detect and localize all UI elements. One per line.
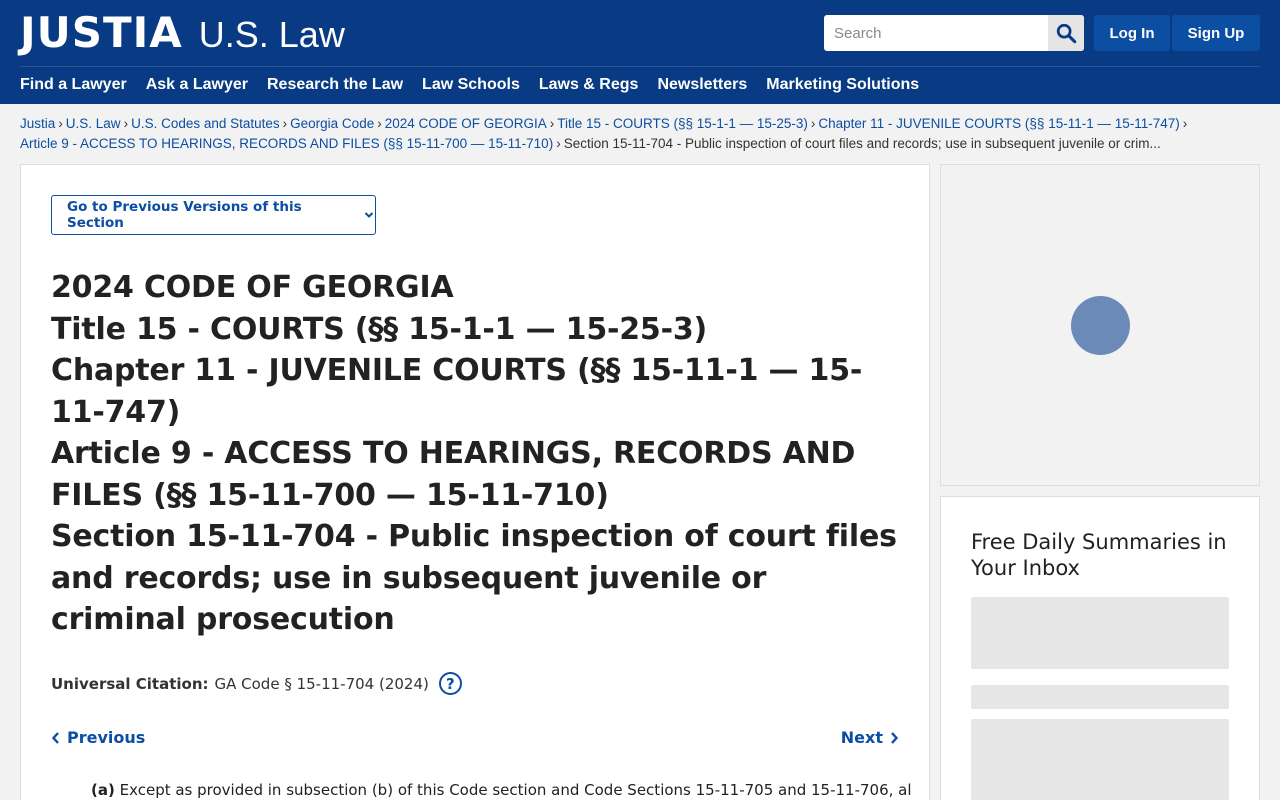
site-header: JUSTIA U.S. Law Log In Sign Up Find a La… <box>0 0 1280 104</box>
breadcrumb: Justia › U.S. Law › U.S. Codes and Statutes ›… <box>20 114 1265 154</box>
breadcrumb-link[interactable]: Title 15 - COURTS (§§ 15-1-1 — 15-25-3) <box>557 116 808 131</box>
login-button[interactable]: Log In <box>1094 15 1170 51</box>
justia-logo[interactable]: JUSTIA U.S. Law <box>20 10 345 58</box>
signup-button[interactable]: Sign Up <box>1172 15 1260 51</box>
newsletter-widget: Free Daily Summaries in Your Inbox <box>940 496 1260 800</box>
title-section: Section 15-11-704 - Public inspection of… <box>51 519 897 637</box>
nav-marketing-solutions[interactable]: Marketing Solutions <box>766 76 919 94</box>
breadcrumb-separator: › <box>810 116 816 131</box>
universal-citation: Universal Citation: GA Code § 15-11-704 … <box>51 672 462 695</box>
newsletter-title: Free Daily Summaries in Your Inbox <box>971 530 1227 580</box>
nav-laws-regs[interactable]: Laws & Regs <box>539 76 639 94</box>
newsletter-placeholder <box>971 719 1229 800</box>
nav-find-a-lawyer[interactable]: Find a Lawyer <box>20 76 127 94</box>
search-input[interactable] <box>824 15 1048 51</box>
breadcrumb-current: Section 15-11-704 - Public inspection of… <box>563 136 1161 151</box>
subsection-marker: (a) <box>91 781 115 799</box>
main-nav: Find a Lawyer Ask a Lawyer Research the … <box>20 76 938 94</box>
chevron-left-icon <box>51 731 59 744</box>
breadcrumb-link[interactable]: Georgia Code <box>290 116 374 131</box>
chevron-down-icon <box>363 209 375 221</box>
breadcrumb-separator: › <box>282 116 288 131</box>
title-title: Title 15 - COURTS (§§ 15-1-1 — 15-25-3) <box>51 311 708 347</box>
previous-link[interactable]: Previous <box>51 728 145 747</box>
search-icon <box>1056 23 1077 44</box>
breadcrumb-separator: › <box>549 116 555 131</box>
help-icon[interactable]: ? <box>438 672 462 695</box>
previous-versions-label: Go to Previous Versions of this Section <box>67 199 302 231</box>
page-title: 2024 CODE OF GEORGIA Title 15 - COURTS (… <box>51 267 901 641</box>
search-box <box>824 15 1084 51</box>
subsection-text: Except as provided in subsection (b) of … <box>119 781 911 799</box>
breadcrumb-link[interactable]: 2024 CODE OF GEORGIA <box>385 116 547 131</box>
newsletter-placeholder <box>971 597 1229 669</box>
title-article: Article 9 - ACCESS TO HEARINGS, RECORDS … <box>51 436 856 513</box>
breadcrumb-separator: › <box>1182 116 1188 131</box>
main-content: Go to Previous Versions of this Section … <box>20 164 930 800</box>
nav-newsletters[interactable]: Newsletters <box>657 76 747 94</box>
breadcrumb-link[interactable]: U.S. Law <box>66 116 121 131</box>
breadcrumb-separator: › <box>556 136 561 151</box>
breadcrumb-link[interactable]: Article 9 - ACCESS TO HEARINGS, RECORDS … <box>20 136 553 151</box>
next-link[interactable]: Next <box>841 728 899 747</box>
citation-label: Universal Citation: <box>51 674 209 693</box>
title-chapter: Chapter 11 - JUVENILE COURTS (§§ 15-11-1… <box>51 353 863 430</box>
section-body: (a) Except as provided in subsection (b)… <box>91 781 911 799</box>
search-button[interactable] <box>1048 15 1084 51</box>
previous-versions-button[interactable]: Go to Previous Versions of this Section <box>51 195 376 235</box>
loading-spinner <box>1071 296 1130 355</box>
nav-law-schools[interactable]: Law Schools <box>422 76 520 94</box>
header-divider <box>20 66 1260 67</box>
newsletter-placeholder <box>971 685 1229 709</box>
breadcrumb-link[interactable]: Chapter 11 - JUVENILE COURTS (§§ 15-11-1… <box>818 116 1179 131</box>
title-code: 2024 CODE OF GEORGIA <box>51 270 454 305</box>
breadcrumb-separator: › <box>58 116 63 131</box>
breadcrumb-separator: › <box>123 116 129 131</box>
logo-subtitle: U.S. Law <box>198 14 345 55</box>
logo-wordmark: JUSTIA <box>20 8 183 57</box>
citation-value: GA Code § 15-11-704 (2024) <box>214 674 429 693</box>
breadcrumb-link[interactable]: U.S. Codes and Statutes <box>131 116 280 131</box>
chevron-right-icon <box>891 731 899 744</box>
previous-label: Previous <box>67 728 146 747</box>
breadcrumb-separator: › <box>377 116 382 131</box>
next-label: Next <box>840 728 883 747</box>
breadcrumb-link[interactable]: Justia <box>20 116 55 131</box>
nav-ask-a-lawyer[interactable]: Ask a Lawyer <box>146 76 248 94</box>
sidebar-ad <box>940 164 1260 486</box>
nav-research-the-law[interactable]: Research the Law <box>267 76 403 94</box>
